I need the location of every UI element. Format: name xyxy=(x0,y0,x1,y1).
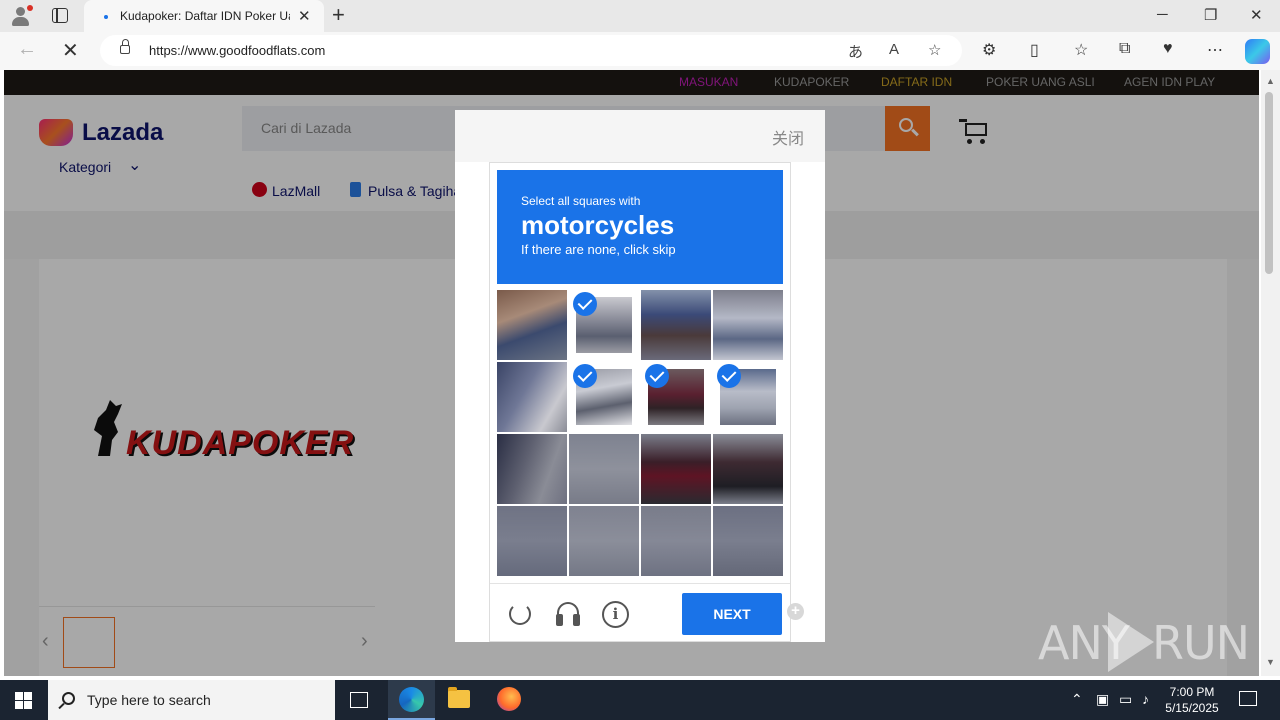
captcha-tile-2[interactable] xyxy=(569,290,639,360)
windows-taskbar: Type here to search ⌃ ▣ ▭ ♪ 7:00 PM 5/15… xyxy=(0,680,1280,720)
lock-icon[interactable] xyxy=(120,39,130,54)
favorites-icon[interactable]: ☆ xyxy=(1074,40,1088,60)
watermark-text-right: RUN xyxy=(1152,616,1250,670)
captcha-tile-10[interactable] xyxy=(569,434,639,504)
captcha-grid xyxy=(497,290,783,576)
play-icon xyxy=(1108,612,1154,672)
captcha-tile-11[interactable] xyxy=(641,434,711,504)
captcha-target: motorcycles xyxy=(521,210,675,240)
tile-image xyxy=(713,290,783,360)
restore-icon[interactable]: ❐ xyxy=(1204,6,1217,24)
captcha-tile-7[interactable] xyxy=(641,362,711,432)
anyrun-watermark: ANY RUN xyxy=(1038,610,1250,672)
profile-icon[interactable] xyxy=(8,4,34,28)
captcha-tile-16[interactable] xyxy=(713,506,783,576)
tile-image xyxy=(713,506,783,576)
url-text[interactable]: https://www.goodfoodflats.com xyxy=(149,43,325,58)
tile-image xyxy=(641,506,711,576)
modal-header: 关闭 xyxy=(455,110,825,162)
captcha-tile-13[interactable] xyxy=(497,506,567,576)
plus-icon[interactable]: + xyxy=(787,603,804,620)
close-tab-button[interactable]: ✕ xyxy=(298,7,311,25)
network-icon[interactable]: ▭ xyxy=(1119,691,1132,708)
tile-image xyxy=(497,434,567,504)
volume-icon[interactable]: ♪ xyxy=(1142,691,1149,707)
captcha-instructions: Select all squares with motorcycles If t… xyxy=(497,170,783,284)
stop-loading-icon[interactable]: ✕ xyxy=(62,38,79,63)
checkmark-icon xyxy=(573,364,597,388)
headphones-icon[interactable] xyxy=(556,602,580,626)
extensions-icon[interactable]: ⚙ xyxy=(982,40,996,60)
favorite-star-icon[interactable]: ☆ xyxy=(928,41,941,59)
firefox-icon[interactable] xyxy=(497,687,521,711)
captcha-tile-12[interactable] xyxy=(713,434,783,504)
clock-time: 7:00 PM xyxy=(1169,685,1215,699)
checkmark-icon xyxy=(717,364,741,388)
back-button-icon[interactable]: ← xyxy=(17,38,37,61)
captcha-footer: i NEXT xyxy=(490,583,790,641)
windows-start-icon[interactable] xyxy=(15,692,32,709)
checkmark-icon xyxy=(645,364,669,388)
captcha-tile-9[interactable] xyxy=(497,434,567,504)
tile-image xyxy=(641,290,711,360)
clock-date: 5/15/2025 xyxy=(1165,701,1219,715)
tab-strip: Kudapoker: Daftar IDN Poker Uang ✕ + ─ ❐… xyxy=(0,0,1280,32)
captcha-tile-8[interactable] xyxy=(713,362,783,432)
reload-icon[interactable] xyxy=(509,603,531,625)
edge-icon xyxy=(399,687,424,712)
browser-tab[interactable]: Kudapoker: Daftar IDN Poker Uang ✕ xyxy=(84,0,324,32)
minimize-icon[interactable]: ─ xyxy=(1157,6,1168,23)
taskbar-edge-button[interactable] xyxy=(388,680,435,720)
browser-essentials-icon[interactable]: ♥ xyxy=(1163,40,1173,58)
file-explorer-icon[interactable] xyxy=(448,687,470,708)
notifications-icon[interactable] xyxy=(1239,691,1257,706)
captcha-modal: 关闭 Select all squares with motorcycles I… xyxy=(455,110,825,642)
tile-image xyxy=(569,434,639,504)
captcha-tile-15[interactable] xyxy=(641,506,711,576)
device-icon[interactable]: ▣ xyxy=(1096,691,1109,708)
chevron-up-icon[interactable]: ⌃ xyxy=(1071,691,1083,708)
tab-actions-icon[interactable] xyxy=(52,8,68,23)
search-icon xyxy=(62,692,75,705)
tile-image xyxy=(713,434,783,504)
page-scrollbar[interactable]: ▲ ▼ xyxy=(1261,70,1280,676)
captcha-tile-14[interactable] xyxy=(569,506,639,576)
tile-image xyxy=(569,506,639,576)
tab-title: Kudapoker: Daftar IDN Poker Uang xyxy=(120,9,290,23)
translate-icon[interactable]: あ xyxy=(848,41,863,62)
captcha-tile-4[interactable] xyxy=(713,290,783,360)
tile-image xyxy=(497,506,567,576)
scrollbar-thumb[interactable] xyxy=(1265,92,1273,274)
task-view-icon[interactable] xyxy=(350,692,368,708)
taskbar-clock[interactable]: 7:00 PM 5/15/2025 xyxy=(1160,684,1224,716)
scroll-down-icon[interactable]: ▼ xyxy=(1266,657,1275,667)
tab-loading-icon xyxy=(104,15,108,19)
instruction-skip-hint: If there are none, click skip xyxy=(521,242,676,257)
new-tab-button[interactable]: + xyxy=(332,3,345,27)
info-icon[interactable]: i xyxy=(602,601,629,628)
next-button[interactable]: NEXT xyxy=(682,593,782,635)
checkmark-icon xyxy=(573,292,597,316)
captcha-tile-6[interactable] xyxy=(569,362,639,432)
captcha-widget: Select all squares with motorcycles If t… xyxy=(489,162,791,642)
instruction-line: Select all squares with xyxy=(521,194,641,208)
tile-image xyxy=(641,434,711,504)
tile-image xyxy=(497,290,567,360)
collections-icon[interactable]: ⧉ xyxy=(1119,40,1130,58)
captcha-tile-5[interactable] xyxy=(497,362,567,432)
address-bar[interactable]: https://www.goodfoodflats.com あ A ☆ xyxy=(100,35,962,66)
read-aloud-icon[interactable]: A xyxy=(889,41,899,58)
taskbar-search-placeholder: Type here to search xyxy=(87,692,211,708)
captcha-tile-1[interactable] xyxy=(497,290,567,360)
tile-image xyxy=(497,362,567,432)
more-menu-icon[interactable]: ⋯ xyxy=(1207,40,1223,60)
scroll-up-icon[interactable]: ▲ xyxy=(1266,76,1275,86)
close-window-icon[interactable]: ✕ xyxy=(1250,6,1263,24)
copilot-icon[interactable] xyxy=(1245,39,1270,64)
captcha-tile-3[interactable] xyxy=(641,290,711,360)
taskbar-search-box[interactable]: Type here to search xyxy=(48,680,335,720)
modal-close-button[interactable]: 关闭 xyxy=(772,125,804,149)
split-screen-icon[interactable]: ▯ xyxy=(1030,40,1039,60)
